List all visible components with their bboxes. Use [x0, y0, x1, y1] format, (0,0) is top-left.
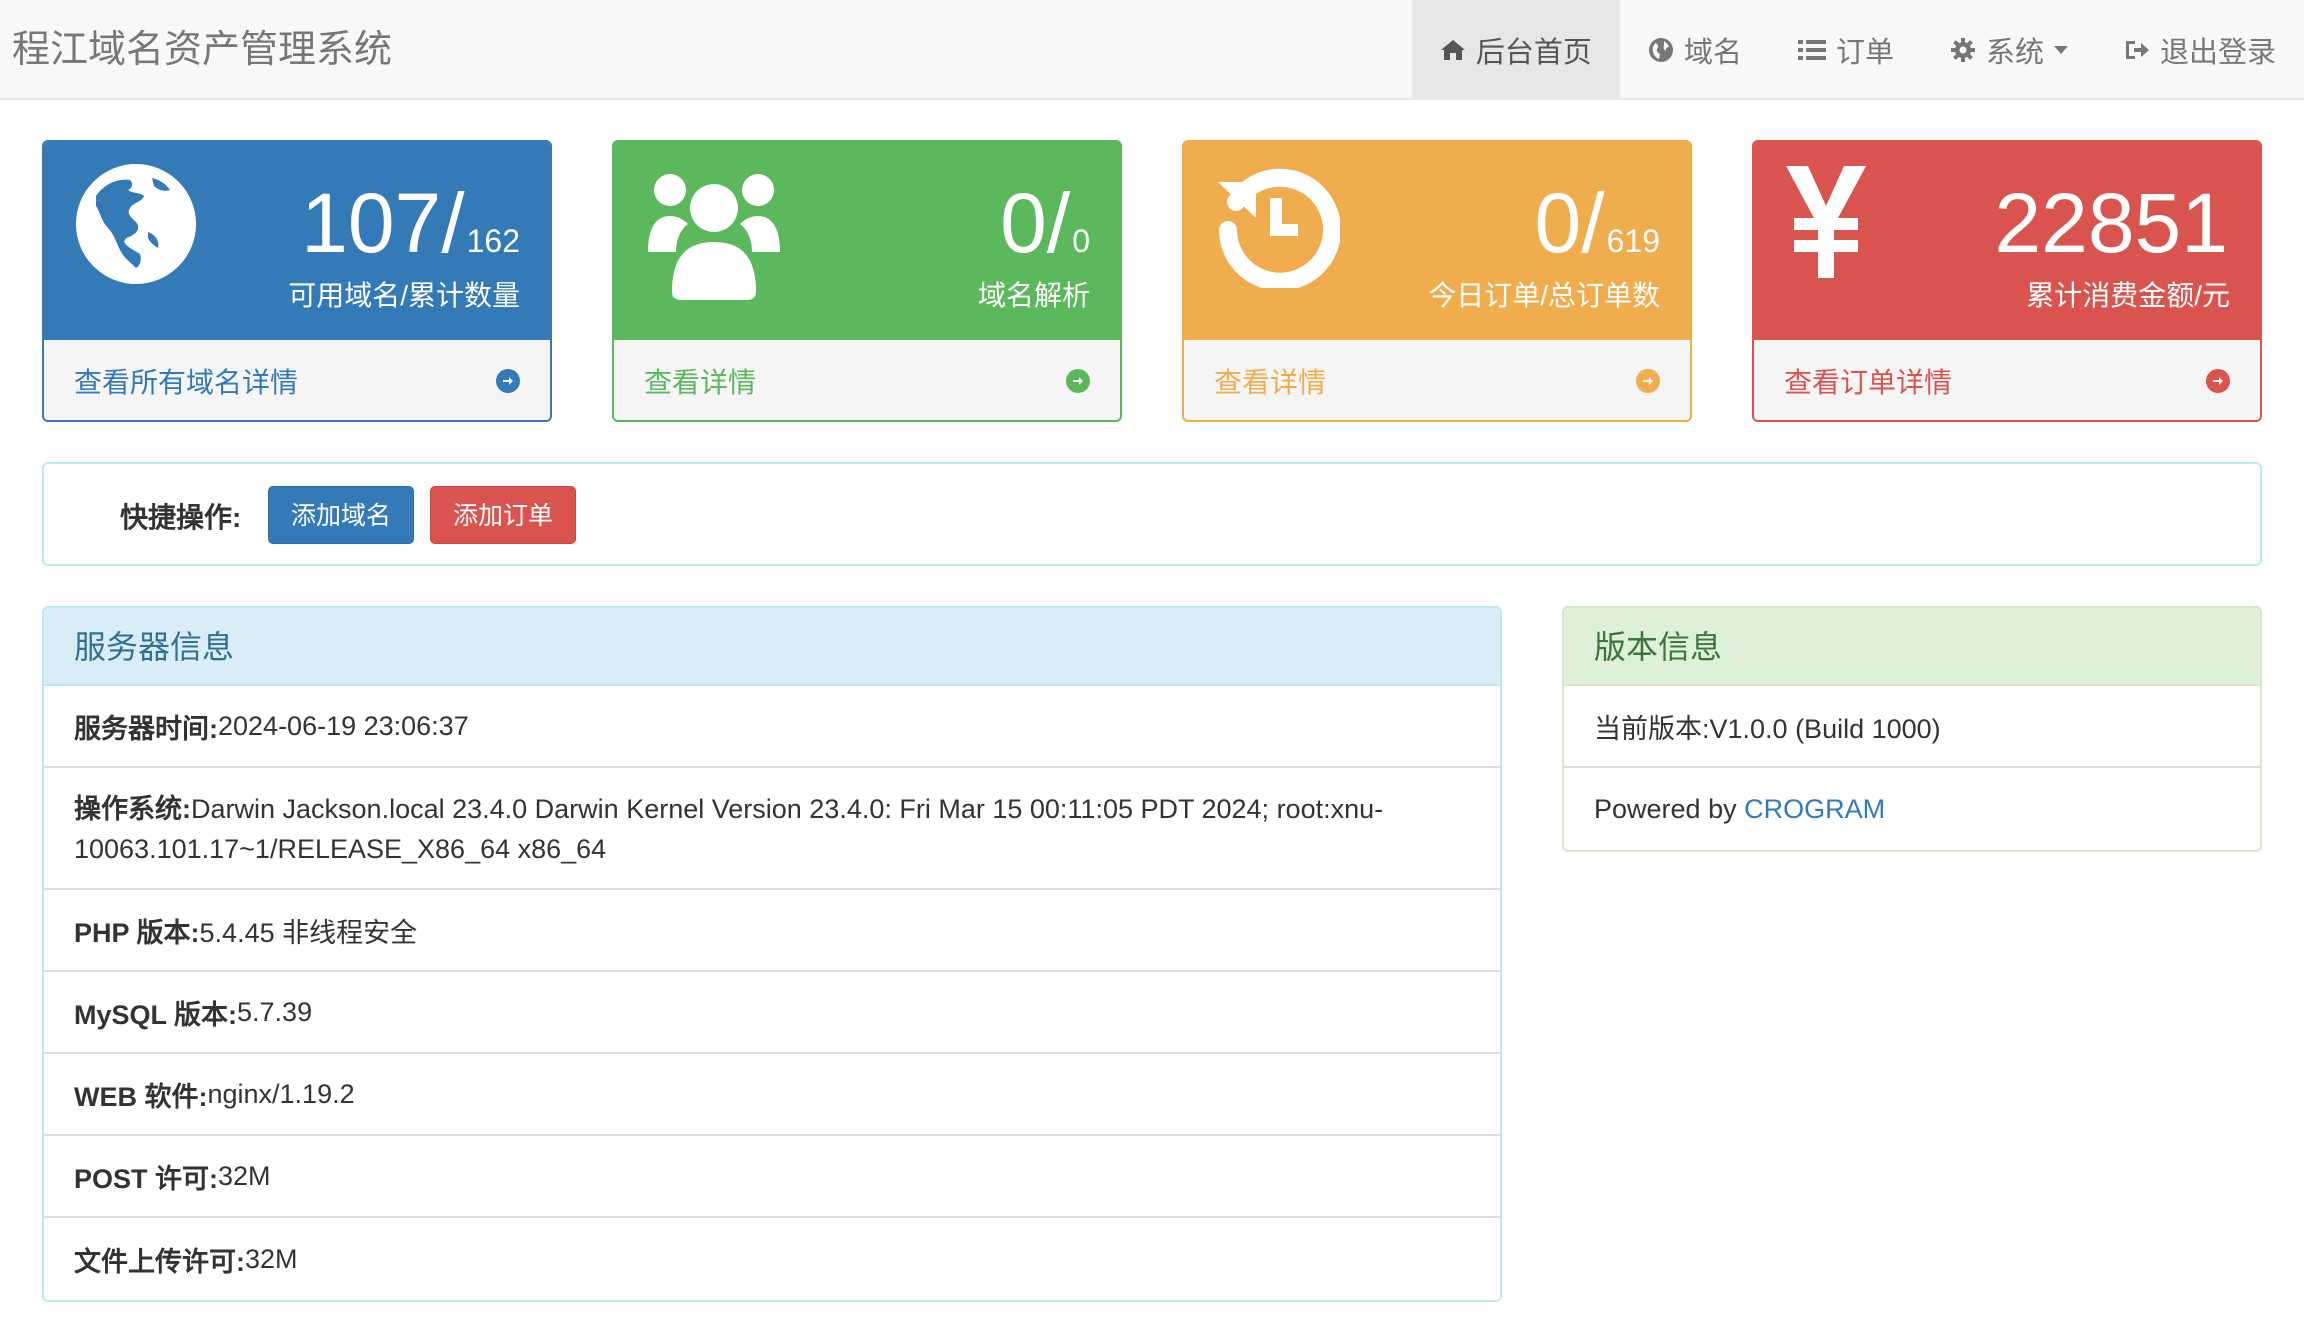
- version-info-title: 版本信息: [1564, 608, 2260, 686]
- info-value: 5.7.39: [237, 996, 313, 1027]
- info-value: Darwin Jackson.local 23.4.0 Darwin Kerne…: [74, 794, 1384, 864]
- stat-caption: 域名解析: [977, 280, 1090, 311]
- stat-caption: 累计消费金额/元: [2026, 280, 2230, 311]
- stat-value: 22851: [1994, 176, 2228, 270]
- quick-actions-label: 快捷操作:: [120, 502, 242, 533]
- arrow-circle-right-icon: [1636, 369, 1660, 393]
- version-info-panel: 版本信息 当前版本:V1.0.0 (Build 1000) Powered by…: [1562, 606, 2262, 852]
- info-key: POST 许可:: [74, 1163, 219, 1194]
- info-value: nginx/1.19.2: [207, 1078, 355, 1109]
- stat-panel-heading: 0/619 今日订单/总订单数: [1184, 142, 1690, 338]
- nav-home-label: 后台首页: [1475, 37, 1592, 69]
- info-value: 32M: [218, 1160, 271, 1191]
- home-icon: [1440, 38, 1466, 62]
- crogram-link[interactable]: CROGRAM: [1744, 794, 1885, 825]
- list-icon: [1797, 39, 1826, 61]
- server-info-title: 服务器信息: [44, 608, 1500, 686]
- brand-title[interactable]: 程江域名资产管理系统: [12, 26, 392, 74]
- info-key: 服务器时间:: [74, 713, 218, 744]
- info-key: 文件上传许可:: [74, 1246, 245, 1277]
- globe-icon: [1648, 37, 1674, 63]
- stat-panel-orders: 0/619 今日订单/总订单数 查看详情: [1182, 140, 1692, 422]
- stat-link-label: 查看所有域名详情: [74, 367, 299, 398]
- nav-logout-label: 退出登录: [2159, 37, 2276, 69]
- info-key: WEB 软件:: [74, 1081, 208, 1112]
- php-version-row: PHP 版本: 5.4.45 非线程安全: [44, 890, 1500, 972]
- history-icon: [1214, 162, 1341, 293]
- add-order-button[interactable]: 添加订单: [430, 486, 577, 544]
- info-value: 32M: [245, 1243, 298, 1274]
- nav-system-label: 系统: [1985, 37, 2044, 69]
- top-navbar: 程江域名资产管理系统 后台首页 域名 订单 系统 退出登录: [0, 0, 2304, 100]
- os-row: 操作系统:Darwin Jackson.local 23.4.0 Darwin …: [44, 768, 1500, 890]
- stat-panel-domains: 107/162 可用域名/累计数量 查看所有域名详情: [42, 140, 552, 422]
- stat-panel-dns: 0/0 域名解析 查看详情: [612, 140, 1122, 422]
- upload-limit-row: 文件上传许可: 32M: [44, 1218, 1500, 1300]
- nav-logout[interactable]: 退出登录: [2096, 0, 2304, 100]
- nav-home[interactable]: 后台首页: [1411, 0, 1620, 100]
- mysql-version-row: MySQL 版本: 5.7.39: [44, 972, 1500, 1054]
- arrow-circle-right-icon: [1066, 369, 1090, 393]
- view-all-domains-link[interactable]: 查看所有域名详情: [44, 338, 550, 420]
- info-key: 操作系统:: [74, 794, 191, 824]
- yen-icon: [1784, 162, 1868, 287]
- stat-link-label: 查看订单详情: [1784, 367, 1953, 398]
- view-order-details-link[interactable]: 查看详情: [1184, 338, 1690, 420]
- stat-value: 0/0: [1000, 176, 1090, 270]
- stat-link-label: 查看详情: [644, 367, 757, 398]
- users-icon: [644, 162, 784, 307]
- chevron-down-icon: [2053, 46, 2068, 54]
- gear-icon: [1950, 37, 1976, 63]
- stat-panel-heading: 0/0 域名解析: [614, 142, 1120, 338]
- add-domain-button[interactable]: 添加域名: [268, 486, 415, 544]
- info-value: 5.4.45 非线程安全: [199, 917, 418, 948]
- post-limit-row: POST 许可: 32M: [44, 1136, 1500, 1218]
- nav-system-dropdown[interactable]: 系统: [1922, 0, 2096, 100]
- stat-panel-spending: 22851 累计消费金额/元 查看订单详情: [1752, 140, 2262, 422]
- quick-actions-bar: 快捷操作: 添加域名 添加订单: [42, 462, 2262, 566]
- globe-icon: [74, 162, 198, 291]
- powered-by-row: Powered by CROGRAM: [1564, 768, 2260, 850]
- current-version-row: 当前版本:V1.0.0 (Build 1000): [1564, 686, 2260, 768]
- logout-icon: [2124, 38, 2150, 62]
- info-value: 2024-06-19 23:06:37: [218, 710, 469, 741]
- nav-orders[interactable]: 订单: [1770, 0, 1922, 100]
- server-time-row: 服务器时间: 2024-06-19 23:06:37: [44, 686, 1500, 768]
- main-nav: 后台首页 域名 订单 系统 退出登录: [1411, 0, 2304, 100]
- view-order-spending-link[interactable]: 查看订单详情: [1754, 338, 2260, 420]
- stat-caption: 今日订单/总订单数: [1428, 280, 1660, 311]
- info-key: MySQL 版本:: [74, 999, 238, 1030]
- stat-panel-heading: 22851 累计消费金额/元: [1754, 142, 2260, 338]
- server-info-panel: 服务器信息 服务器时间: 2024-06-19 23:06:37 操作系统:Dar…: [42, 606, 1502, 1302]
- nav-domains[interactable]: 域名: [1620, 0, 1770, 100]
- stat-value: 0/619: [1534, 176, 1660, 270]
- stat-link-label: 查看详情: [1214, 367, 1327, 398]
- stat-value: 107/162: [301, 176, 520, 270]
- info-key: PHP 版本:: [74, 917, 200, 948]
- view-dns-details-link[interactable]: 查看详情: [614, 338, 1120, 420]
- nav-domains-label: 域名: [1683, 37, 1742, 69]
- powered-by-text: Powered by: [1594, 793, 1745, 824]
- stat-panel-heading: 107/162 可用域名/累计数量: [44, 142, 550, 338]
- arrow-circle-right-icon: [496, 369, 520, 393]
- stat-caption: 可用域名/累计数量: [288, 280, 520, 311]
- arrow-circle-right-icon: [2206, 369, 2230, 393]
- web-software-row: WEB 软件: nginx/1.19.2: [44, 1054, 1500, 1136]
- current-version: 当前版本:V1.0.0 (Build 1000): [1594, 713, 1941, 744]
- nav-orders-label: 订单: [1835, 37, 1894, 69]
